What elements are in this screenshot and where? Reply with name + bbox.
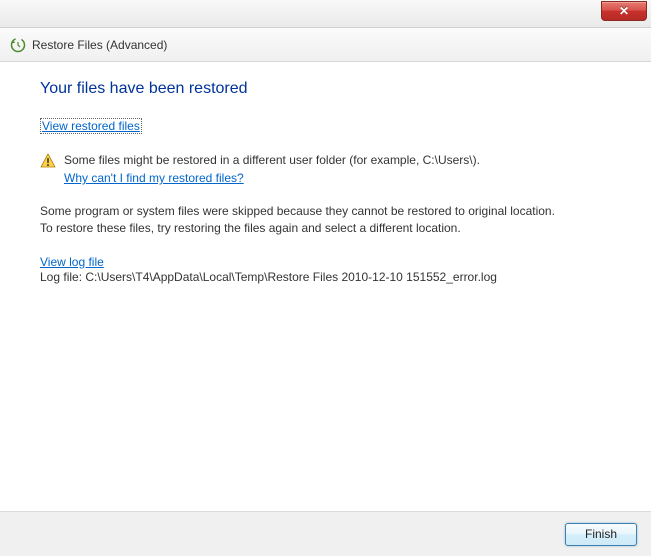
finish-button[interactable]: Finish [565,523,637,546]
close-icon: ✕ [619,4,629,18]
footer-bar: Finish [0,512,651,556]
header-bar: Restore Files (Advanced) [0,28,651,62]
view-log-file-link[interactable]: View log file [40,255,611,269]
dialog-window: ✕ Restore Files (Advanced) Your files ha… [0,0,651,556]
titlebar: ✕ [0,0,651,28]
view-restored-files-link[interactable]: View restored files [40,118,142,134]
skipped-text-line1: Some program or system files were skippe… [40,203,611,220]
restore-icon [10,37,26,53]
why-cant-find-link[interactable]: Why can't I find my restored files? [64,171,611,185]
main-heading: Your files have been restored [40,80,611,98]
log-file-path: Log file: C:\Users\T4\AppData\Local\Temp… [40,269,611,286]
window-title: Restore Files (Advanced) [32,38,167,52]
skipped-text-line2: To restore these files, try restoring th… [40,220,611,237]
close-button[interactable]: ✕ [601,1,647,21]
content-area: Your files have been restored View resto… [0,62,651,512]
warning-icon [40,153,56,169]
warning-text: Some files might be restored in a differ… [64,152,480,169]
